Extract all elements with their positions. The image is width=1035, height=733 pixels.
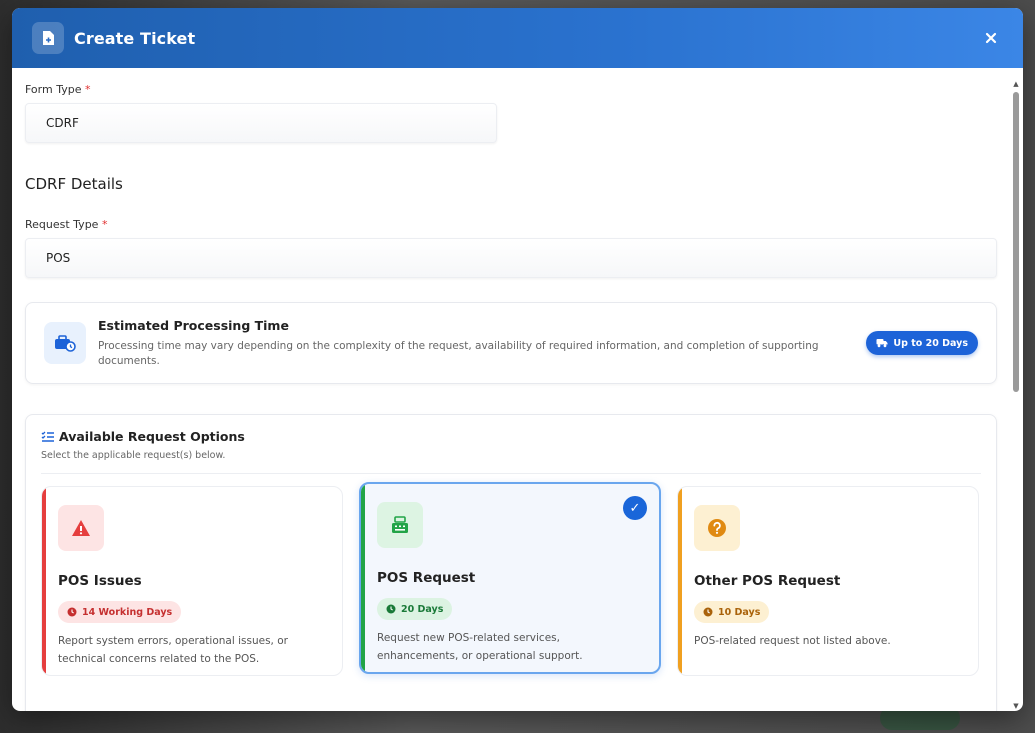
card-description: Report system errors, operational issues… [58, 635, 288, 665]
options-subtitle: Select the applicable request(s) below. [41, 450, 226, 461]
modal-title: Create Ticket [74, 28, 196, 48]
scroll-down-arrow-icon[interactable]: ▼ [1012, 702, 1020, 710]
clock-icon [67, 607, 77, 617]
duration-text: 20 Days [401, 603, 444, 615]
card-description: Request new POS-related services, enhanc… [377, 632, 583, 662]
options-header: Available Request Options [41, 429, 981, 444]
scroll-thumb[interactable] [1013, 92, 1019, 392]
processing-title: Estimated Processing Time [98, 317, 289, 333]
selected-check-icon: ✓ [623, 496, 647, 520]
options-title: Available Request Options [59, 429, 245, 444]
processing-badge-text: Up to 20 Days [893, 337, 968, 349]
cash-register-icon [377, 502, 423, 548]
question-icon [694, 505, 740, 551]
option-card-pos-request[interactable]: ✓ POS Request 20 Days Request new POS-re… [359, 482, 661, 674]
clock-icon [703, 607, 713, 617]
vertical-scrollbar[interactable]: ▲ ▼ [1012, 80, 1020, 710]
modal-body: Form Type * CDRF CDRF Details Request Ty… [12, 68, 1023, 711]
duration-badge: 10 Days [694, 601, 770, 623]
toolbox-clock-icon [44, 322, 86, 364]
truck-icon [876, 339, 888, 348]
clock-icon [386, 604, 396, 614]
modal-header: Create Ticket [12, 8, 1023, 68]
option-card-pos-issues[interactable]: POS Issues 14 Working Days Report system… [41, 486, 343, 676]
processing-badge: Up to 20 Days [866, 331, 978, 355]
form-type-label: Form Type * [25, 83, 997, 96]
option-cards: POS Issues 14 Working Days Report system… [41, 482, 981, 676]
close-icon[interactable] [979, 26, 1003, 50]
duration-text: 14 Working Days [82, 606, 173, 618]
divider [41, 473, 981, 474]
card-title: Other POS Request [694, 573, 841, 589]
processing-time-card: Estimated Processing Time Processing tim… [25, 302, 997, 384]
form-type-label-text: Form Type [25, 83, 82, 96]
processing-text: Estimated Processing Time Processing tim… [98, 318, 850, 369]
request-type-select[interactable]: POS [25, 238, 997, 278]
card-title: POS Issues [58, 573, 142, 589]
duration-text: 10 Days [718, 606, 761, 618]
accent-stripe [42, 487, 46, 675]
accent-stripe [678, 487, 682, 675]
required-mark: * [84, 83, 91, 96]
request-type-value: POS [46, 251, 71, 265]
processing-description: Processing time may vary depending on th… [98, 339, 819, 367]
form-type-select[interactable]: CDRF [25, 103, 497, 143]
section-title: CDRF Details [25, 175, 123, 193]
request-type-label: Request Type * [25, 218, 997, 231]
warning-icon [58, 505, 104, 551]
document-add-icon [32, 22, 64, 54]
form-type-value: CDRF [46, 116, 79, 130]
duration-badge: 14 Working Days [58, 601, 182, 623]
accent-stripe [361, 484, 365, 672]
option-card-other-pos-request[interactable]: Other POS Request 10 Days POS-related re… [677, 486, 979, 676]
card-description: POS-related request not listed above. [694, 635, 891, 647]
request-type-label-text: Request Type [25, 218, 99, 231]
checklist-icon [41, 431, 54, 442]
card-title: POS Request [377, 570, 476, 586]
duration-badge: 20 Days [377, 598, 453, 620]
scroll-up-arrow-icon[interactable]: ▲ [1012, 80, 1020, 88]
create-ticket-modal: Create Ticket Form Type * CDRF CDRF Deta… [12, 8, 1023, 711]
request-options-panel: Available Request Options Select the app… [25, 414, 997, 711]
required-mark: * [101, 218, 108, 231]
